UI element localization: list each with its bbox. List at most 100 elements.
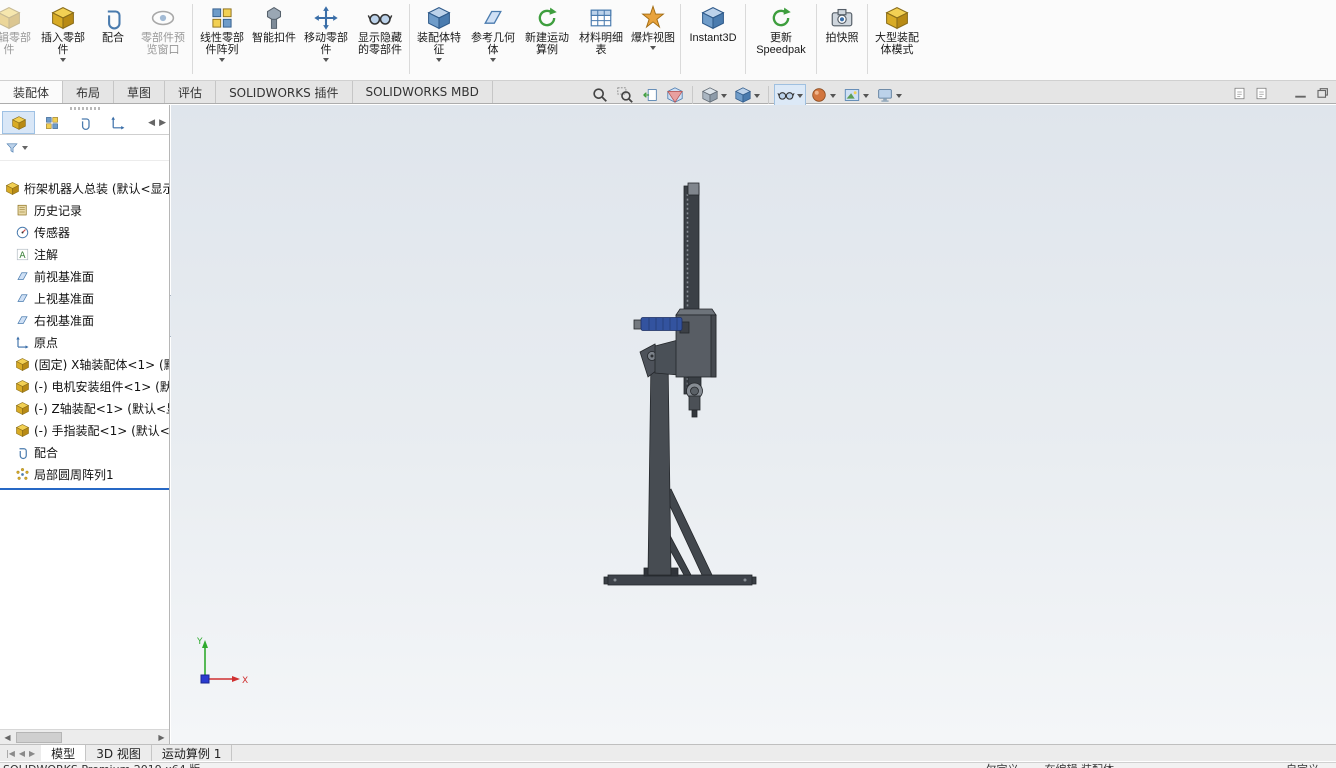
- zoom-to-fit-button[interactable]: [588, 84, 612, 106]
- customize-status-button[interactable]: 自定义: [1286, 763, 1328, 768]
- next-pane-icon[interactable]: [1254, 86, 1269, 101]
- previous-pane-icon[interactable]: [1232, 86, 1247, 101]
- panel-tab-bar: ◀ ▶: [0, 111, 169, 135]
- edit-component-button[interactable]: 编辑零部件: [0, 0, 36, 78]
- graphics-area[interactable]: Y X: [171, 105, 1336, 744]
- display-style-icon: [734, 86, 752, 104]
- tree-item-top-plane[interactable]: 上视基准面: [0, 287, 169, 309]
- history-folder-icon: [15, 203, 30, 218]
- view-orientation-button[interactable]: [698, 84, 730, 106]
- view-settings-button[interactable]: [873, 84, 905, 106]
- filter-funnel-icon[interactable]: [5, 141, 19, 155]
- insert-component-button[interactable]: 插入零部件: [36, 0, 90, 78]
- dimxpert-tab[interactable]: [101, 111, 134, 134]
- component-preview-window-button[interactable]: 零部件预览窗口: [136, 0, 190, 78]
- scroll-right-icon[interactable]: ▶: [154, 731, 169, 744]
- hide-show-items-button[interactable]: [774, 84, 806, 106]
- reference-geometry-button[interactable]: 参考几何体: [466, 0, 520, 78]
- update-speedpak-button[interactable]: 更新 Speedpak: [748, 0, 814, 78]
- exploded-view-button[interactable]: 爆炸视图: [628, 0, 678, 78]
- minimize-icon[interactable]: [1293, 86, 1308, 101]
- display-style-button[interactable]: [731, 84, 763, 106]
- dropdown-caret-icon: [60, 58, 66, 65]
- dropdown-caret-icon[interactable]: [22, 146, 28, 153]
- origin-icon: [15, 335, 30, 350]
- dropdown-caret-icon: [754, 93, 760, 101]
- smart-fasteners-button[interactable]: 智能扣件: [249, 0, 299, 78]
- tree-item-right-plane[interactable]: 右视基准面: [0, 309, 169, 331]
- tree-item-front-plane[interactable]: 前视基准面: [0, 265, 169, 287]
- define-state-text: 欠定义: [986, 763, 1019, 768]
- instant3d-button[interactable]: Instant3D: [683, 0, 743, 78]
- tree-item-motor-mount-assembly[interactable]: (-) 电机安装组件<1> (默: [0, 375, 169, 397]
- toolbar-separator: [680, 4, 681, 74]
- tree-item-history[interactable]: 历史记录: [0, 199, 169, 221]
- bill-of-materials-icon: [588, 5, 614, 31]
- truss-robot-model[interactable]: [600, 180, 770, 600]
- tab-evaluate[interactable]: 评估: [165, 81, 217, 103]
- scrollbar-thumb[interactable]: [16, 731, 62, 743]
- tree-item-origin[interactable]: 原点: [0, 331, 169, 353]
- doc-tab-model[interactable]: 模型: [41, 745, 87, 761]
- featuremanager-tab[interactable]: [2, 111, 35, 134]
- next-tab-icon[interactable]: ▶: [29, 749, 35, 758]
- new-motion-study-button[interactable]: 新建运动算例: [520, 0, 574, 78]
- dropdown-caret-icon: [490, 58, 496, 65]
- section-view-button[interactable]: [663, 84, 687, 106]
- sensors-icon: [15, 225, 30, 240]
- show-hidden-components-icon: [367, 5, 393, 31]
- bill-of-materials-button[interactable]: 材料明细表: [574, 0, 628, 78]
- component-preview-window-icon: [150, 5, 176, 31]
- take-snapshot-button[interactable]: 拍快照: [819, 0, 865, 78]
- tree-item-sensors[interactable]: 传感器: [0, 221, 169, 243]
- apply-scene-button[interactable]: [840, 84, 872, 106]
- configurationmanager-tab[interactable]: [68, 111, 101, 134]
- document-tab-bar: |◀ ◀ ▶ 模型 3D 视图 运动算例 1: [0, 744, 1336, 761]
- pane-window-buttons: [1232, 86, 1330, 101]
- new-motion-study-icon: [534, 5, 560, 31]
- previous-view-button[interactable]: [638, 84, 662, 106]
- tree-item-local-circular-pattern[interactable]: 局部圆周阵列1: [0, 463, 169, 485]
- tab-sketch[interactable]: 草图: [114, 81, 166, 103]
- assembly-features-icon: [426, 5, 452, 31]
- panel-horizontal-scrollbar[interactable]: ◀ ▶: [0, 729, 169, 744]
- scroll-left-icon[interactable]: ◀: [0, 731, 15, 744]
- triad-y-label: Y: [196, 637, 203, 647]
- tree-item-z-axis-assembly[interactable]: (-) Z轴装配<1> (默认<显: [0, 397, 169, 419]
- previous-tab-icon[interactable]: ◀: [19, 749, 25, 758]
- doc-tab-motion-study-1[interactable]: 运动算例 1: [152, 745, 233, 761]
- triad-x-label: X: [242, 676, 248, 686]
- assembly-features-button[interactable]: 装配体特征: [412, 0, 466, 78]
- tree-item-mates[interactable]: 配合: [0, 441, 169, 463]
- show-hidden-components-button[interactable]: 显示隐藏的零部件: [353, 0, 407, 78]
- smart-fasteners-icon: [261, 5, 287, 31]
- move-component-button[interactable]: 移动零部件: [299, 0, 353, 78]
- linear-component-pattern-button[interactable]: 线性零部件阵列: [195, 0, 249, 78]
- large-assembly-mode-button[interactable]: 大型装配体模式: [870, 0, 924, 78]
- rollback-bar[interactable]: [0, 488, 169, 490]
- dropdown-caret-icon: [650, 46, 656, 53]
- panel-tab-scroll-left-icon[interactable]: ◀: [148, 118, 155, 128]
- instant3d-icon: [700, 5, 726, 31]
- toolbar-separator: [816, 4, 817, 74]
- first-tab-icon[interactable]: |◀: [6, 749, 15, 758]
- tab-assembly[interactable]: 装配体: [0, 81, 64, 103]
- tree-item-x-axis-assembly[interactable]: (固定) X轴装配体<1> (默: [0, 353, 169, 375]
- dimxpert-tab-icon: [110, 115, 126, 131]
- doc-tab-3d-views[interactable]: 3D 视图: [86, 745, 152, 761]
- mate-button[interactable]: 配合: [90, 0, 136, 78]
- zoom-to-area-button[interactable]: [613, 84, 637, 106]
- annotations-icon: [15, 247, 30, 262]
- propertymanager-tab[interactable]: [35, 111, 68, 134]
- tab-solidworks-addins[interactable]: SOLIDWORKS 插件: [216, 81, 353, 103]
- tab-layout[interactable]: 布局: [63, 81, 115, 103]
- tree-item-assembly-root[interactable]: 桁架机器人总装 (默认<显示: [0, 177, 169, 199]
- plane-icon: [15, 291, 30, 306]
- panel-tab-scroll-right-icon[interactable]: ▶: [159, 118, 166, 128]
- tree-item-annotations[interactable]: 注解: [0, 243, 169, 265]
- component-icon: [15, 423, 30, 438]
- tab-solidworks-mbd[interactable]: SOLIDWORKS MBD: [353, 81, 493, 103]
- edit-appearance-button[interactable]: [807, 84, 839, 106]
- restore-icon[interactable]: [1315, 86, 1330, 101]
- tree-item-finger-assembly[interactable]: (-) 手指装配<1> (默认<: [0, 419, 169, 441]
